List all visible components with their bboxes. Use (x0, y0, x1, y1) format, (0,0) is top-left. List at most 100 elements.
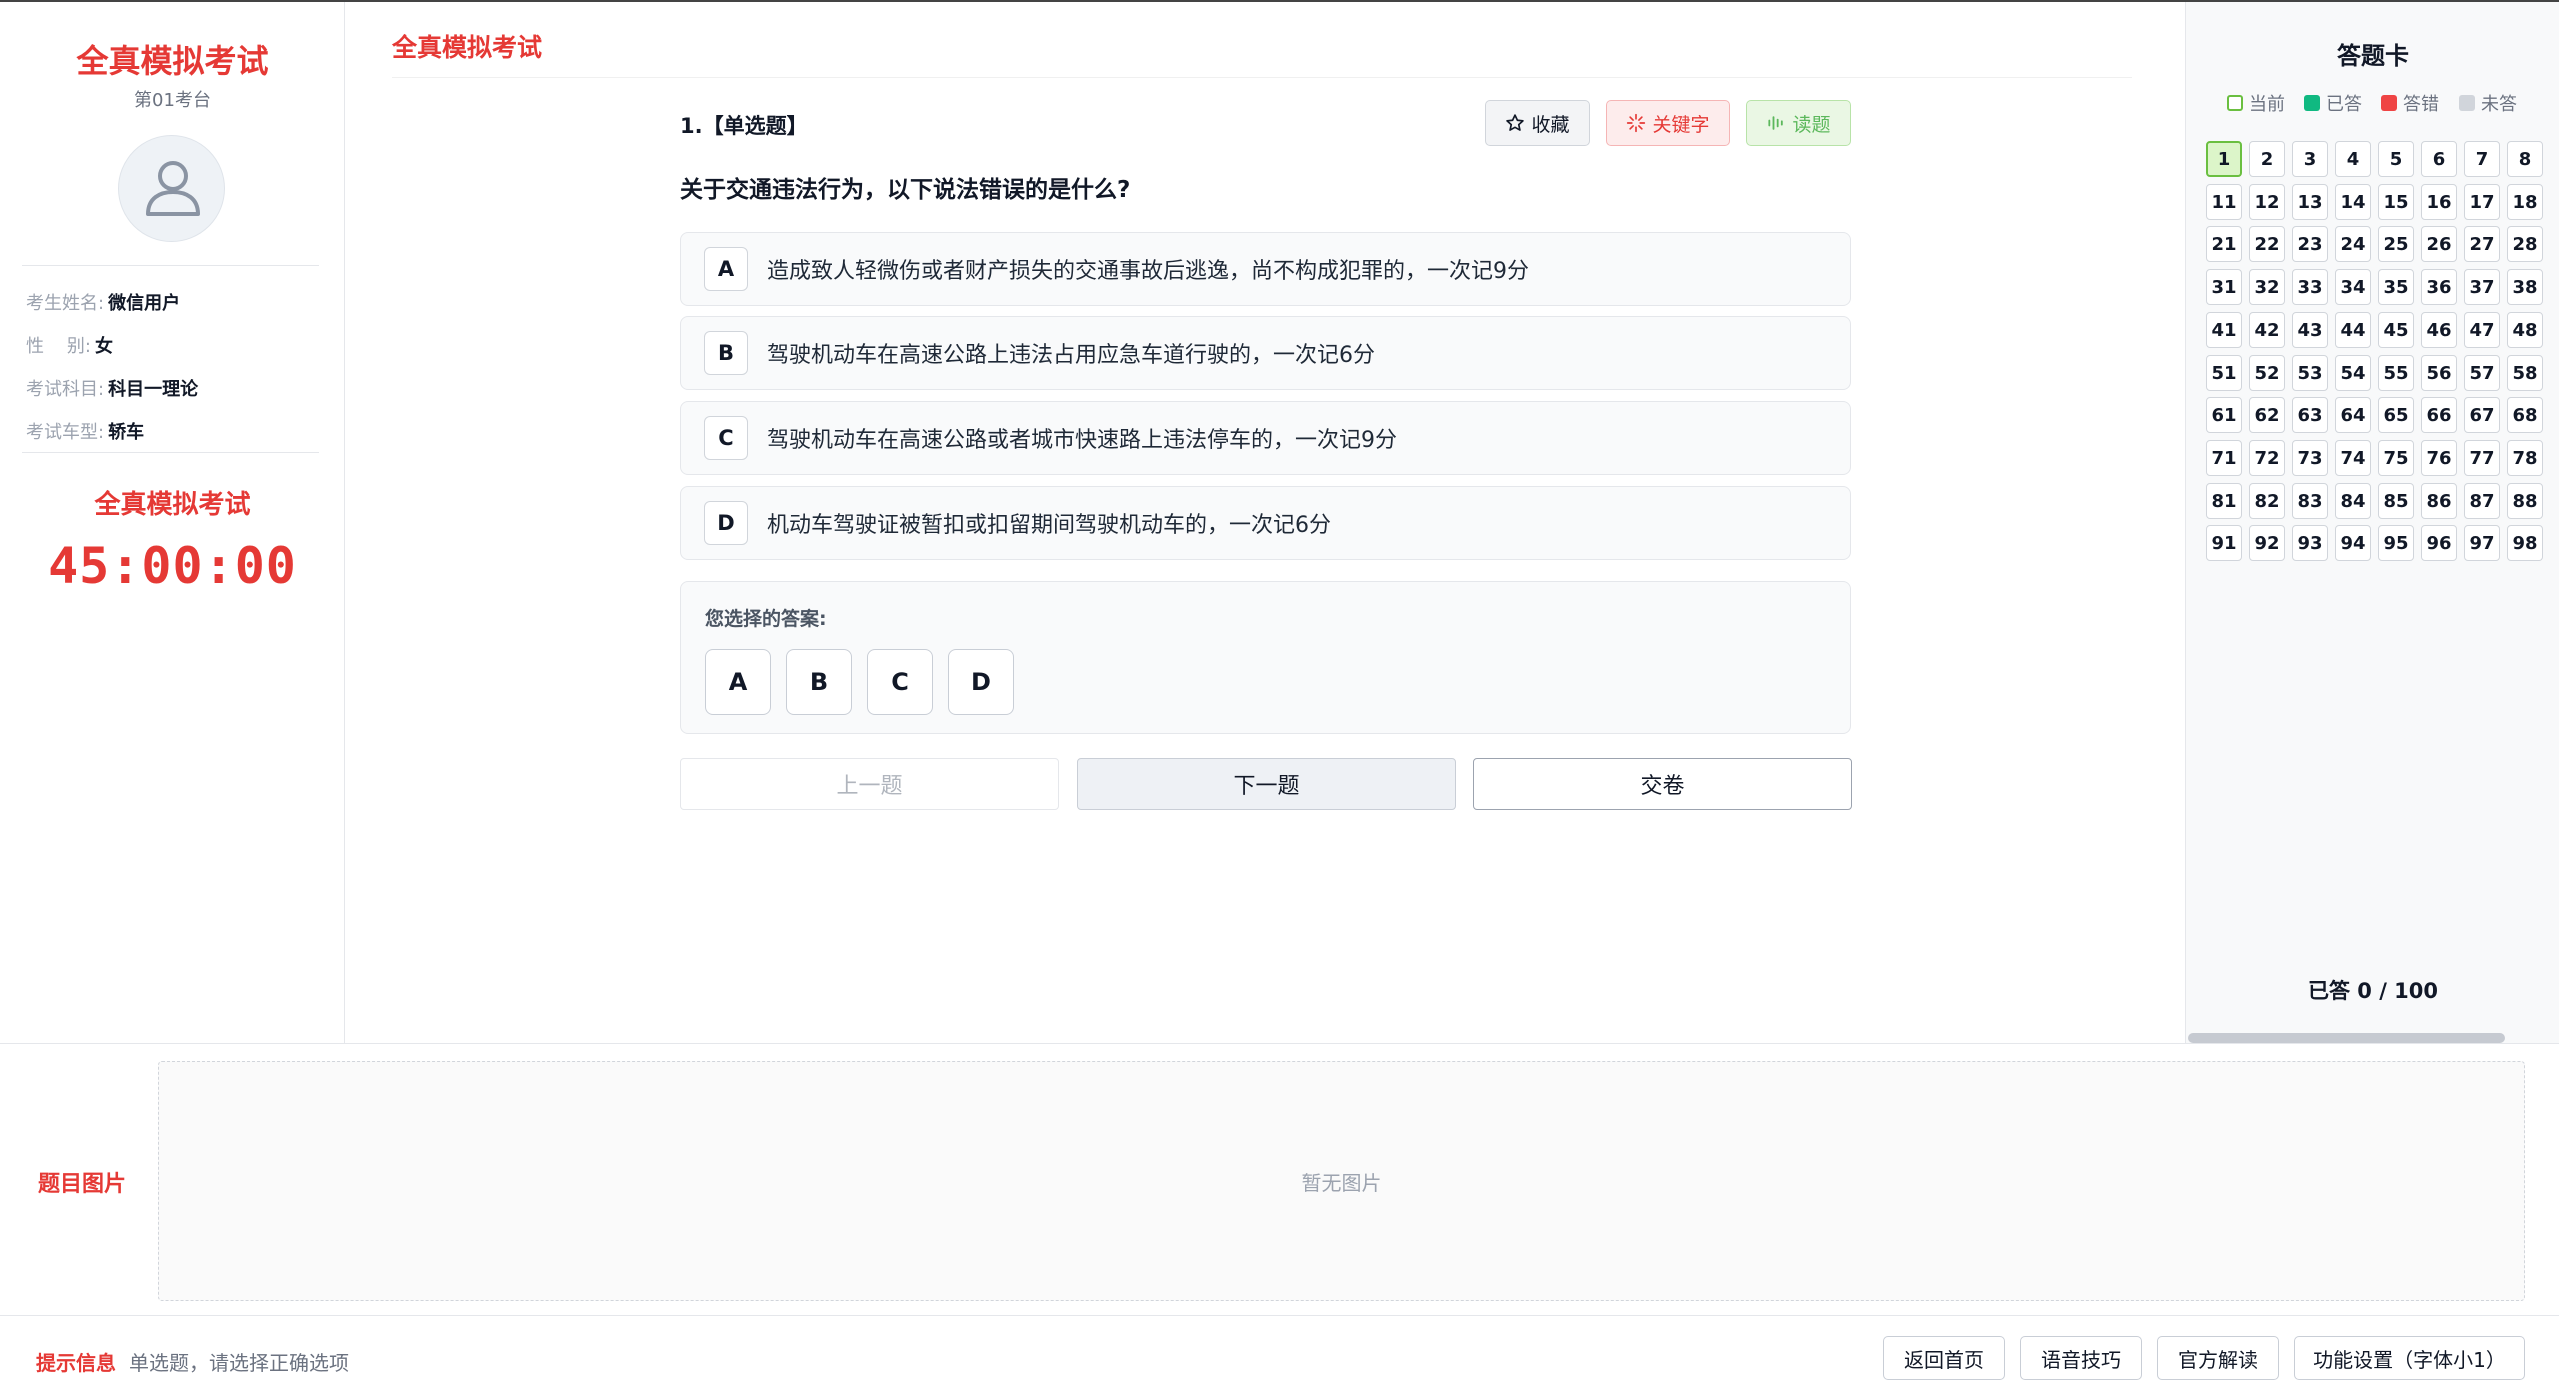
question-number-cell[interactable]: 24 (2335, 226, 2371, 262)
question-number-cell[interactable]: 4 (2335, 141, 2371, 177)
question-number-cell[interactable]: 63 (2292, 397, 2328, 433)
question-number-cell[interactable]: 71 (2206, 440, 2242, 476)
question-number-cell[interactable]: 27 (2464, 226, 2500, 262)
keyword-button[interactable]: 关键字 (1606, 100, 1730, 146)
voice-tips-button[interactable]: 语音技巧 (2020, 1336, 2142, 1380)
question-number-cell[interactable]: 55 (2378, 355, 2414, 391)
question-number-cell[interactable]: 54 (2335, 355, 2371, 391)
question-number-cell[interactable]: 22 (2249, 226, 2285, 262)
question-number-cell[interactable]: 16 (2421, 184, 2457, 220)
question-number-cell[interactable]: 12 (2249, 184, 2285, 220)
question-number-cell[interactable]: 25 (2378, 226, 2414, 262)
question-number-cell[interactable]: 72 (2249, 440, 2285, 476)
question-number-cell[interactable]: 98 (2507, 525, 2543, 561)
question-number-cell[interactable]: 37 (2464, 269, 2500, 305)
question-number-cell[interactable]: 6 (2421, 141, 2457, 177)
question-number-cell[interactable]: 32 (2249, 269, 2285, 305)
home-button[interactable]: 返回首页 (1883, 1336, 2005, 1380)
question-number-cell[interactable]: 47 (2464, 312, 2500, 348)
question-number-cell[interactable]: 92 (2249, 525, 2285, 561)
question-number-cell[interactable]: 64 (2335, 397, 2371, 433)
question-number-cell[interactable]: 73 (2292, 440, 2328, 476)
option-c[interactable]: C 驾驶机动车在高速公路或者城市快速路上违法停车的，一次记9分 (680, 401, 1851, 475)
question-number-cell[interactable]: 8 (2507, 141, 2543, 177)
question-number-cell[interactable]: 82 (2249, 483, 2285, 519)
question-number-cell[interactable]: 67 (2464, 397, 2500, 433)
question-number-cell[interactable]: 15 (2378, 184, 2414, 220)
question-number-cell[interactable]: 62 (2249, 397, 2285, 433)
question-number-cell[interactable]: 36 (2421, 269, 2457, 305)
question-number-cell[interactable]: 17 (2464, 184, 2500, 220)
question-number-cell[interactable]: 97 (2464, 525, 2500, 561)
question-number-cell[interactable]: 7 (2464, 141, 2500, 177)
question-number-cell[interactable]: 42 (2249, 312, 2285, 348)
official-explanation-button[interactable]: 官方解读 (2157, 1336, 2279, 1380)
question-number-cell[interactable]: 34 (2335, 269, 2371, 305)
question-number-cell[interactable]: 77 (2464, 440, 2500, 476)
question-number-cell[interactable]: 45 (2378, 312, 2414, 348)
answer-button-a[interactable]: A (705, 649, 771, 715)
question-number-cell[interactable]: 52 (2249, 355, 2285, 391)
question-number-cell[interactable]: 84 (2335, 483, 2371, 519)
question-number-cell[interactable]: 38 (2507, 269, 2543, 305)
question-number-cell[interactable]: 86 (2421, 483, 2457, 519)
question-number-cell[interactable]: 1 (2206, 141, 2242, 177)
question-number-cell[interactable]: 78 (2507, 440, 2543, 476)
question-number-cell[interactable]: 65 (2378, 397, 2414, 433)
question-number-cell[interactable]: 51 (2206, 355, 2242, 391)
question-number-cell[interactable]: 93 (2292, 525, 2328, 561)
question-number-cell[interactable]: 48 (2507, 312, 2543, 348)
question-number-cell[interactable]: 58 (2507, 355, 2543, 391)
question-number-cell[interactable]: 56 (2421, 355, 2457, 391)
question-number-cell[interactable]: 96 (2421, 525, 2457, 561)
question-number-cell[interactable]: 3 (2292, 141, 2328, 177)
question-number-cell[interactable]: 43 (2292, 312, 2328, 348)
question-number-cell[interactable]: 68 (2507, 397, 2543, 433)
answer-button-b[interactable]: B (786, 649, 852, 715)
question-number-cell[interactable]: 83 (2292, 483, 2328, 519)
question-number-cell[interactable]: 41 (2206, 312, 2242, 348)
question-number-cell[interactable]: 44 (2335, 312, 2371, 348)
question-number-cell[interactable]: 31 (2206, 269, 2242, 305)
read-question-button[interactable]: 读题 (1746, 100, 1851, 146)
question-number-cell[interactable]: 33 (2292, 269, 2328, 305)
option-d[interactable]: D 机动车驾驶证被暂扣或扣留期间驾驶机动车的，一次记6分 (680, 486, 1851, 560)
answer-button-d[interactable]: D (948, 649, 1014, 715)
question-number-cell[interactable]: 81 (2206, 483, 2242, 519)
question-number-cell[interactable]: 85 (2378, 483, 2414, 519)
question-number-cell[interactable]: 46 (2421, 312, 2457, 348)
question-number-cell[interactable]: 11 (2206, 184, 2242, 220)
question-number-cell[interactable]: 14 (2335, 184, 2371, 220)
question-number-cell[interactable]: 61 (2206, 397, 2242, 433)
question-number-cell[interactable]: 74 (2335, 440, 2371, 476)
next-question-button[interactable]: 下一题 (1077, 758, 1456, 810)
question-number-cell[interactable]: 66 (2421, 397, 2457, 433)
answer-button-c[interactable]: C (867, 649, 933, 715)
question-number-cell[interactable]: 18 (2507, 184, 2543, 220)
question-number-cell[interactable]: 88 (2507, 483, 2543, 519)
question-number-cell[interactable]: 57 (2464, 355, 2500, 391)
question-number-cell[interactable]: 75 (2378, 440, 2414, 476)
question-number-cell[interactable]: 94 (2335, 525, 2371, 561)
question-number-cell[interactable]: 76 (2421, 440, 2457, 476)
settings-button[interactable]: 功能设置（字体小1） (2294, 1336, 2525, 1380)
question-number-cell[interactable]: 87 (2464, 483, 2500, 519)
question-number-cell[interactable]: 35 (2378, 269, 2414, 305)
question-number-cell[interactable]: 53 (2292, 355, 2328, 391)
option-text: 驾驶机动车在高速公路或者城市快速路上违法停车的，一次记9分 (767, 428, 1397, 453)
question-number-cell[interactable]: 2 (2249, 141, 2285, 177)
question-number-cell[interactable]: 21 (2206, 226, 2242, 262)
option-a[interactable]: A 造成致人轻微伤或者财产损失的交通事故后逃逸，尚不构成犯罪的，一次记9分 (680, 232, 1851, 306)
favorite-button[interactable]: 收藏 (1485, 100, 1590, 146)
horizontal-scrollbar[interactable] (2188, 1033, 2505, 1043)
question-number-cell[interactable]: 26 (2421, 226, 2457, 262)
option-b[interactable]: B 驾驶机动车在高速公路上违法占用应急车道行驶的，一次记6分 (680, 316, 1851, 390)
question-number-cell[interactable]: 95 (2378, 525, 2414, 561)
prev-question-button[interactable]: 上一题 (680, 758, 1059, 810)
question-number-cell[interactable]: 28 (2507, 226, 2543, 262)
question-number-cell[interactable]: 91 (2206, 525, 2242, 561)
question-number-cell[interactable]: 5 (2378, 141, 2414, 177)
submit-exam-button[interactable]: 交卷 (1473, 758, 1852, 810)
question-number-cell[interactable]: 13 (2292, 184, 2328, 220)
question-number-cell[interactable]: 23 (2292, 226, 2328, 262)
